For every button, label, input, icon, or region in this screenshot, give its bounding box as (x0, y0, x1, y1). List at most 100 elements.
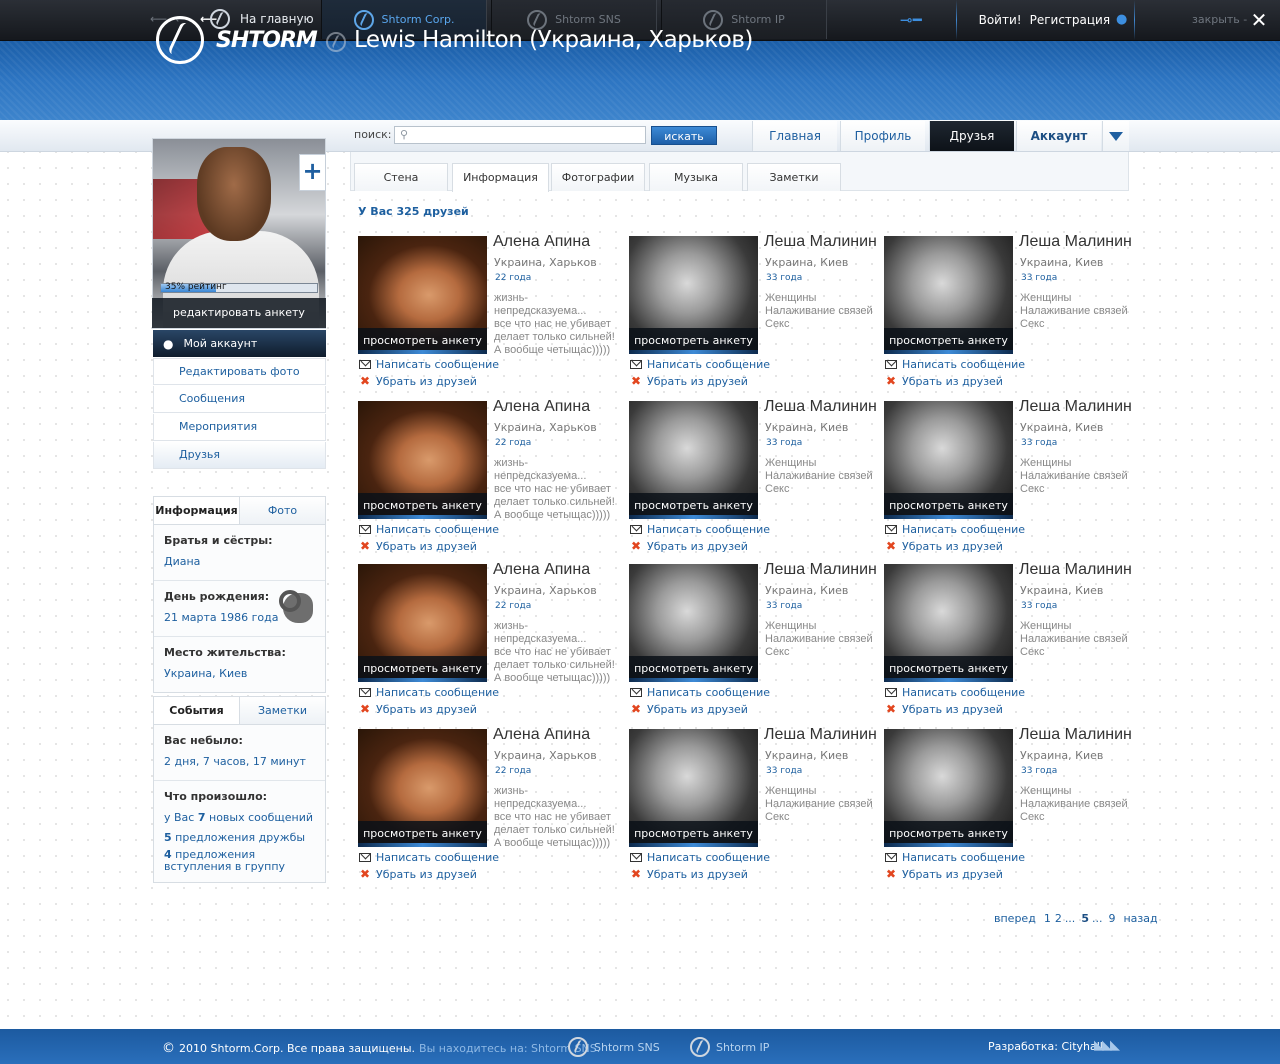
view-profile-button[interactable]: просмотреть анкету (884, 656, 1013, 682)
pager-next[interactable]: вперед (994, 912, 1036, 925)
friend-photo[interactable]: просмотреть анкету (358, 401, 487, 519)
friend-name[interactable]: Леша Малинин (1019, 561, 1132, 579)
footer-link-sns[interactable]: Shtorm SNS (568, 1037, 660, 1057)
add-friend-button[interactable]: + (299, 154, 326, 191)
pager-current[interactable]: 5 (1081, 912, 1089, 925)
friend-photo[interactable]: просмотреть анкету (358, 729, 487, 847)
send-message-link[interactable]: Написать сообщение (885, 358, 1025, 371)
close-label[interactable]: закрыть - (1192, 13, 1247, 26)
remove-friend-link[interactable]: ✖ Убрать из друзей (630, 702, 748, 716)
pager-page[interactable]: 1 (1044, 912, 1051, 925)
tab-photos[interactable]: Фотографии (551, 163, 645, 191)
chevron-down-icon[interactable] (1102, 121, 1129, 151)
nav-account[interactable]: Аккаунт (1016, 121, 1101, 151)
tab-info[interactable]: Информация (452, 163, 549, 192)
send-message-link[interactable]: Написать сообщение (630, 523, 770, 536)
send-message-link[interactable]: Написать сообщение (359, 523, 499, 536)
send-message-link[interactable]: Написать сообщение (359, 358, 499, 371)
group-invites-link[interactable]: 4 предложения вступления в группу (164, 849, 315, 873)
pager-prev[interactable]: назад (1123, 912, 1157, 925)
pager-page[interactable]: 9 (1108, 912, 1115, 925)
residence-value[interactable]: Украина, Киев (164, 665, 315, 683)
friend-photo[interactable]: просмотреть анкету (884, 564, 1013, 682)
friend-photo[interactable]: просмотреть анкету (358, 564, 487, 682)
friend-name[interactable]: Алена Апина (493, 398, 590, 416)
friend-photo[interactable]: просмотреть анкету (629, 236, 758, 354)
view-profile-button[interactable]: просмотреть анкету (884, 821, 1013, 847)
friend-photo[interactable]: просмотреть анкету (629, 729, 758, 847)
sidebar-item-friends[interactable]: Друзья (153, 442, 326, 469)
friend-name[interactable]: Леша Малинин (764, 233, 877, 251)
search-input[interactable]: ⚲ (394, 126, 646, 144)
remove-friend-link[interactable]: ✖ Убрать из друзей (359, 374, 477, 388)
send-message-link[interactable]: Написать сообщение (359, 851, 499, 864)
view-profile-button[interactable]: просмотреть анкету (629, 821, 758, 847)
view-profile-button[interactable]: просмотреть анкету (629, 656, 758, 682)
remove-friend-link[interactable]: ✖ Убрать из друзей (359, 867, 477, 881)
friend-name[interactable]: Леша Малинин (1019, 726, 1132, 744)
new-messages-link[interactable]: у Вас 7 новых сообщений (164, 809, 315, 827)
remove-friend-link[interactable]: ✖ Убрать из друзей (885, 374, 1003, 388)
friend-photo[interactable]: просмотреть анкету (629, 564, 758, 682)
friend-photo[interactable]: просмотреть анкету (884, 401, 1013, 519)
friend-name[interactable]: Алена Апина (493, 726, 590, 744)
remove-friend-link[interactable]: ✖ Убрать из друзей (630, 867, 748, 881)
friend-name[interactable]: Алена Апина (493, 233, 590, 251)
remove-friend-link[interactable]: ✖ Убрать из друзей (359, 702, 477, 716)
friend-name[interactable]: Леша Малинин (764, 726, 877, 744)
register-link[interactable]: Регистрация (1030, 13, 1110, 27)
developer-credit[interactable]: Разработка: Cityhall (988, 1040, 1103, 1053)
footer-link-ip[interactable]: Shtorm IP (690, 1037, 769, 1057)
remove-friend-link[interactable]: ✖ Убрать из друзей (630, 374, 748, 388)
view-profile-button[interactable]: просмотреть анкету (629, 328, 758, 354)
edit-profile-button[interactable]: редактировать анкету (152, 298, 326, 328)
remove-friend-link[interactable]: ✖ Убрать из друзей (630, 539, 748, 553)
send-message-link[interactable]: Написать сообщение (630, 358, 770, 371)
tab-photo[interactable]: Фото (240, 497, 325, 524)
friend-name[interactable]: Алена Апина (493, 561, 590, 579)
tab-notes[interactable]: Заметки (747, 163, 841, 191)
view-profile-button[interactable]: просмотреть анкету (358, 328, 487, 354)
friend-photo[interactable]: просмотреть анкету (884, 236, 1013, 354)
friend-requests-link[interactable]: 5 предложения дружбы (164, 829, 315, 847)
send-message-link[interactable]: Написать сообщение (885, 851, 1025, 864)
remove-friend-link[interactable]: ✖ Убрать из друзей (359, 539, 477, 553)
send-message-link[interactable]: Написать сообщение (885, 686, 1025, 699)
sidebar-item-edit-photo[interactable]: Редактировать фото (153, 358, 326, 385)
siblings-value[interactable]: Диана (164, 553, 315, 571)
sidebar-item-messages[interactable]: Сообщения (153, 386, 326, 413)
brand-logo[interactable]: SHTORM (156, 16, 318, 64)
close-icon[interactable]: ✕ (1244, 5, 1274, 35)
friend-name[interactable]: Леша Малинин (764, 561, 877, 579)
nav-home[interactable]: Главная (752, 121, 837, 151)
tab-information[interactable]: Информация (154, 497, 240, 524)
friend-name[interactable]: Леша Малинин (1019, 233, 1132, 251)
sidebar-item-events[interactable]: Мероприятия (153, 414, 326, 441)
tab-notes[interactable]: Заметки (240, 697, 325, 724)
remove-friend-link[interactable]: ✖ Убрать из друзей (885, 867, 1003, 881)
user-icon[interactable]: ● (1116, 12, 1127, 27)
send-message-link[interactable]: Написать сообщение (630, 851, 770, 864)
login-link[interactable]: Войти! (979, 13, 1022, 27)
send-message-link[interactable]: Написать сообщение (359, 686, 499, 699)
pager-page[interactable]: 2 (1055, 912, 1062, 925)
remove-friend-link[interactable]: ✖ Убрать из друзей (885, 539, 1003, 553)
friend-photo[interactable]: просмотреть анкету (629, 401, 758, 519)
view-profile-button[interactable]: просмотреть анкету (358, 656, 487, 682)
nav-profile[interactable]: Профиль (840, 121, 925, 151)
friend-name[interactable]: Леша Малинин (764, 398, 877, 416)
nav-friends[interactable]: Друзья (929, 121, 1014, 151)
tab-events[interactable]: События (154, 697, 240, 724)
remove-friend-link[interactable]: ✖ Убрать из друзей (885, 702, 1003, 716)
view-profile-button[interactable]: просмотреть анкету (358, 821, 487, 847)
view-profile-button[interactable]: просмотреть анкету (358, 493, 487, 519)
view-profile-button[interactable]: просмотреть анкету (884, 493, 1013, 519)
my-account-button[interactable]: ● Мой аккаунт (153, 330, 326, 357)
view-profile-button[interactable]: просмотреть анкету (884, 328, 1013, 354)
tab-music[interactable]: Музыка (649, 163, 743, 191)
send-message-link[interactable]: Написать сообщение (630, 686, 770, 699)
friend-photo[interactable]: просмотреть анкету (358, 236, 487, 354)
tab-wall[interactable]: Стена (354, 163, 448, 191)
friend-name[interactable]: Леша Малинин (1019, 398, 1132, 416)
search-button[interactable]: искать (651, 126, 717, 145)
